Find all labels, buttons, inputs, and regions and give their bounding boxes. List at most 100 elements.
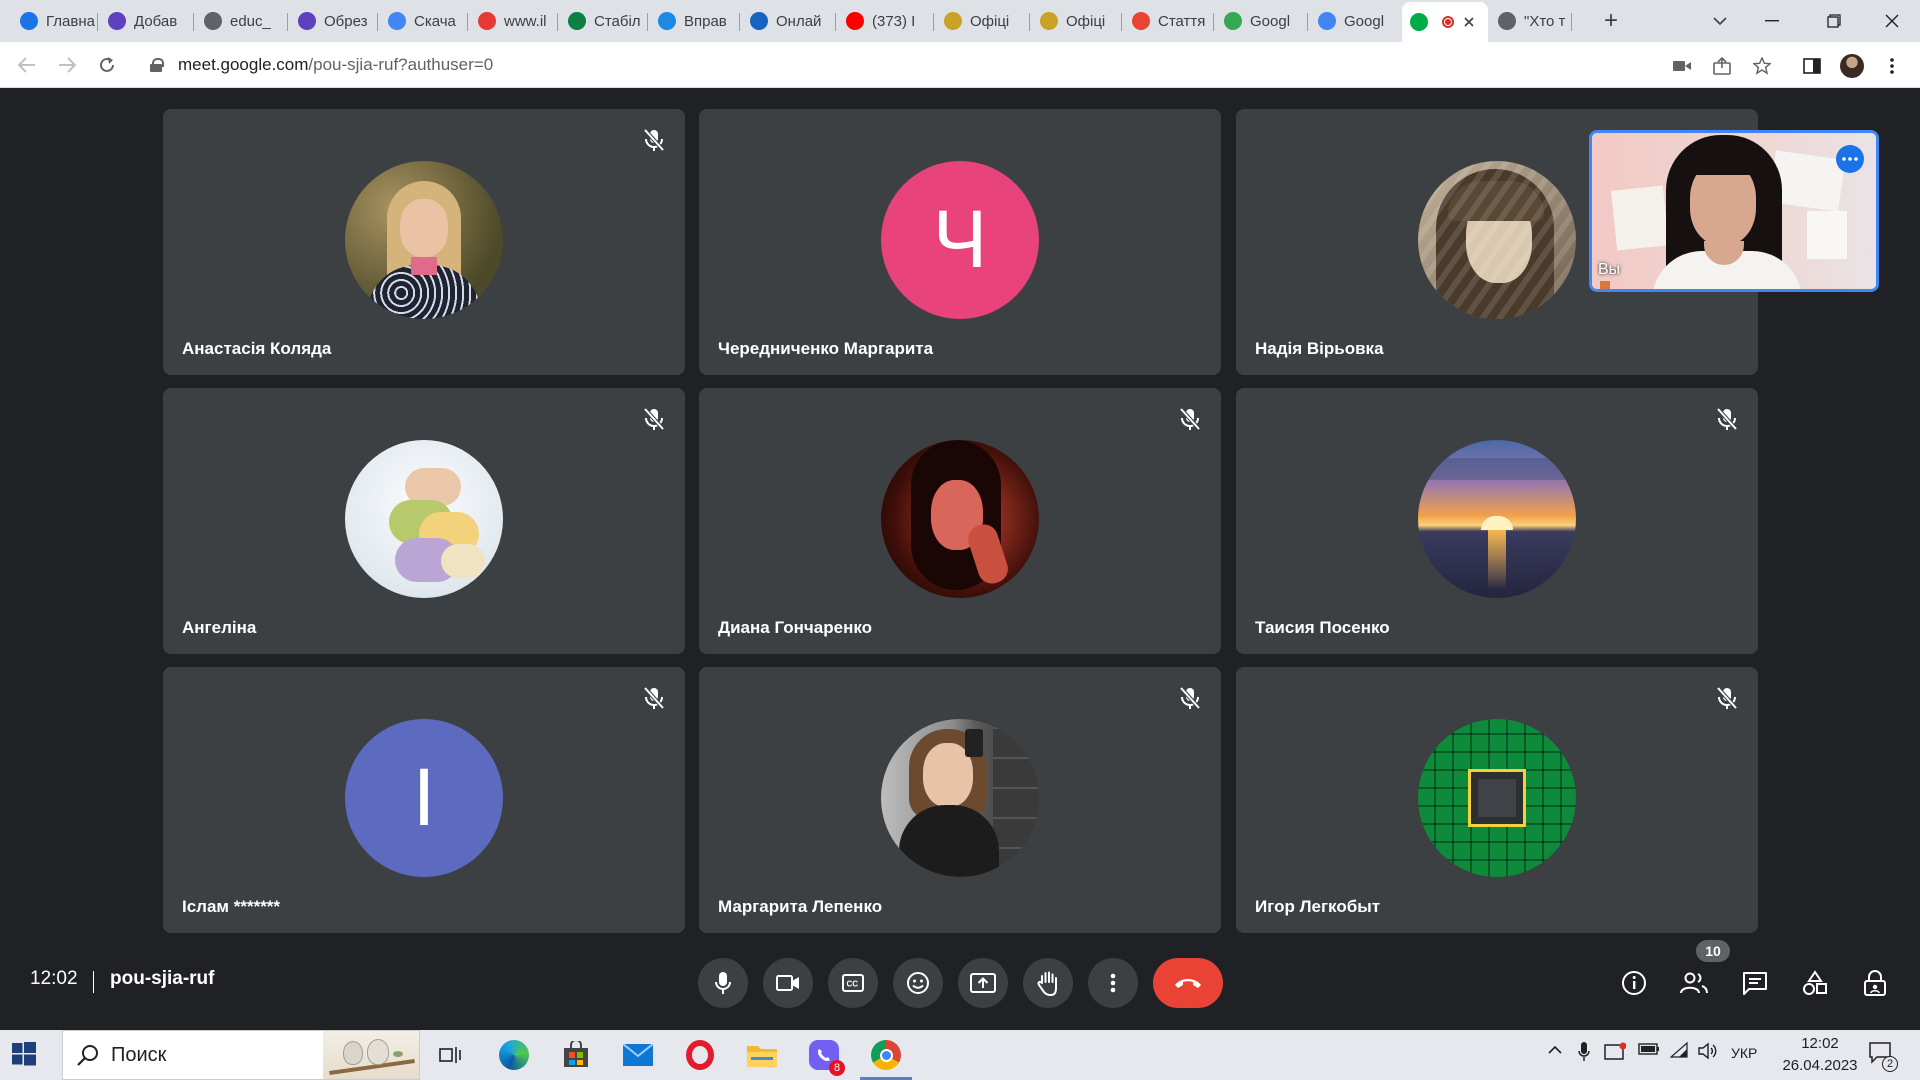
bookmark-star-icon[interactable] (1750, 54, 1774, 78)
address-bar[interactable]: meet.google.com/pou-sjia-ruf?authuser=0 (140, 50, 1710, 80)
participant-tile[interactable]: Ангеліна (163, 388, 685, 654)
self-view-label: Вы (1598, 261, 1621, 278)
host-lock-icon (1864, 970, 1886, 996)
participant-tile[interactable]: Маргарита Лепенко (699, 667, 1221, 933)
participant-avatar (1418, 440, 1576, 598)
browser-tab[interactable]: Стаття (1124, 6, 1214, 36)
tab-favicon-icon (1040, 12, 1058, 30)
browser-tab[interactable]: Офіці (1032, 6, 1122, 36)
side-panel-icon[interactable] (1800, 54, 1824, 78)
profile-avatar[interactable] (1840, 54, 1864, 78)
svg-text:CC: CC (847, 980, 859, 989)
tab-favicon-icon (846, 12, 864, 30)
browser-tab[interactable]: Стабіл (560, 6, 648, 36)
tab-label: "Хто т (1524, 12, 1566, 30)
participant-tile[interactable]: Игор Легкобыт (1236, 667, 1758, 933)
windows-taskbar: Поиск 8 УКР 12:02 26.04.2023 2 (0, 1030, 1920, 1080)
self-view-more-options-button[interactable] (1836, 145, 1864, 173)
new-tab-button[interactable]: + (1596, 6, 1626, 36)
browser-menu-icon[interactable] (1880, 54, 1904, 78)
lock-icon[interactable] (150, 58, 164, 72)
participant-tile[interactable]: Диана Гончаренко (699, 388, 1221, 654)
tab-favicon-icon (204, 12, 222, 30)
browser-tab[interactable]: Вправ (650, 6, 740, 36)
windows-start-icon[interactable] (12, 1042, 38, 1068)
opera-browser-icon[interactable] (682, 1037, 718, 1073)
chrome-icon[interactable] (860, 1037, 912, 1080)
browser-tab[interactable]: (373) I (838, 6, 934, 36)
tray-microphone-icon[interactable] (1578, 1042, 1590, 1066)
camera-button[interactable] (763, 958, 813, 1008)
more-options-button[interactable] (1088, 958, 1138, 1008)
meeting-details-button[interactable] (1619, 968, 1649, 998)
tab-favicon-icon (1132, 12, 1150, 30)
file-explorer-icon[interactable] (744, 1037, 780, 1073)
browser-tab[interactable] (1402, 2, 1488, 42)
volume-icon[interactable] (1698, 1042, 1718, 1064)
input-language-indicator[interactable]: УКР (1731, 1045, 1757, 1061)
browser-tab[interactable]: Офіці (936, 6, 1030, 36)
show-hidden-icons-chevron[interactable] (1548, 1042, 1562, 1059)
forward-arrow-icon[interactable] (52, 50, 82, 80)
browser-tab[interactable]: "Хто т (1490, 6, 1572, 36)
back-arrow-icon[interactable] (12, 50, 42, 80)
browser-tab[interactable]: Googl (1216, 6, 1308, 36)
browser-tab[interactable]: Googl (1310, 6, 1400, 36)
browser-tab[interactable]: Скача (380, 6, 468, 36)
tab-separator (1029, 13, 1030, 31)
people-button[interactable] (1679, 968, 1709, 998)
participant-tile[interactable]: І Іслам ******* (163, 667, 685, 933)
browser-tab[interactable]: Главна (12, 6, 98, 36)
participant-tile[interactable]: Ч Чередниченко Маргарита (699, 109, 1221, 375)
browser-tab[interactable]: Добав (100, 6, 194, 36)
close-window-icon[interactable] (1864, 0, 1920, 42)
mic-off-icon (1177, 685, 1203, 711)
notifications-icon[interactable]: 2 (1868, 1040, 1898, 1072)
participant-avatar (345, 440, 503, 598)
restore-icon[interactable] (1806, 0, 1862, 42)
chat-button[interactable] (1740, 968, 1770, 998)
camera-indicator-icon[interactable] (1670, 54, 1694, 78)
raise-hand-button[interactable] (1023, 958, 1073, 1008)
host-controls-button[interactable] (1860, 968, 1890, 998)
taskbar-search-box[interactable]: Поиск (62, 1030, 420, 1080)
browser-tab[interactable]: Обрез (290, 6, 378, 36)
self-view-tile[interactable]: Вы (1589, 130, 1879, 292)
participant-avatar (881, 440, 1039, 598)
video-camera-icon (776, 975, 799, 991)
task-view-icon[interactable] (432, 1037, 468, 1073)
tab-separator (1571, 13, 1572, 31)
browser-tab[interactable]: Онлай (742, 6, 836, 36)
mic-off-icon (1714, 685, 1740, 711)
mail-icon[interactable] (620, 1037, 656, 1073)
tab-separator (557, 13, 558, 31)
edge-browser-icon[interactable] (496, 1037, 532, 1073)
battery-icon[interactable] (1638, 1042, 1660, 1059)
reload-icon[interactable] (92, 50, 122, 80)
emoji-reactions-button[interactable] (893, 958, 943, 1008)
tab-favicon-icon (750, 12, 768, 30)
microsoft-store-icon[interactable] (558, 1037, 594, 1073)
captions-button[interactable]: CC (828, 958, 878, 1008)
tab-label: educ_ (230, 12, 271, 30)
leave-call-button[interactable] (1153, 958, 1223, 1008)
tab-separator (1121, 13, 1122, 31)
mic-off-icon (641, 685, 667, 711)
browser-tab[interactable]: www.il (470, 6, 558, 36)
tab-search-icon[interactable] (1692, 0, 1748, 42)
minimize-icon[interactable] (1744, 0, 1800, 42)
browser-tab[interactable]: educ_ (196, 6, 288, 36)
close-tab-icon[interactable] (1464, 17, 1474, 27)
present-screen-button[interactable] (958, 958, 1008, 1008)
share-icon[interactable] (1710, 54, 1734, 78)
participant-name: Чередниченко Маргарита (718, 339, 934, 358)
participant-tile[interactable]: Таисия Посенко (1236, 388, 1758, 654)
microphone-button[interactable] (698, 958, 748, 1008)
tray-meet-recording-icon[interactable] (1604, 1042, 1627, 1066)
meeting-controls-bar: 12:02 pou-sjia-ruf CC 10 (0, 940, 1920, 1030)
activities-button[interactable] (1800, 968, 1830, 998)
wifi-icon[interactable] (1669, 1041, 1688, 1062)
system-clock[interactable]: 12:02 26.04.2023 (1774, 1033, 1866, 1077)
viber-icon[interactable]: 8 (806, 1037, 845, 1076)
participant-tile[interactable]: Анастасія Коляда (163, 109, 685, 375)
